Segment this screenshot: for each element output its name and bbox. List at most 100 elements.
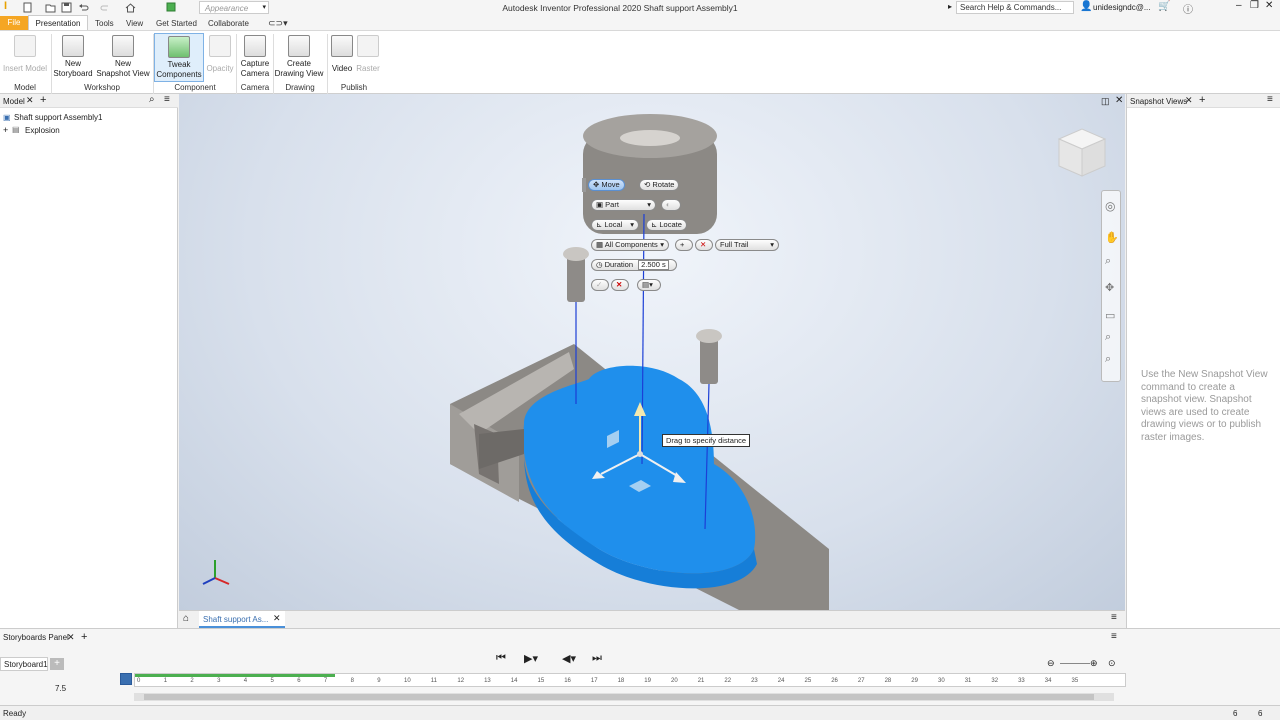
remove-trail-button[interactable]: ✕ bbox=[695, 239, 713, 251]
tab-get-started[interactable]: Get Started bbox=[156, 19, 197, 28]
part-dropdown[interactable]: ▣ Part ▾ bbox=[591, 199, 656, 211]
add-tab-icon[interactable]: + bbox=[81, 631, 87, 643]
rotate-button[interactable]: ⟲ Rotate bbox=[639, 179, 680, 191]
full-trail-dropdown[interactable]: Full Trail ▾ bbox=[715, 239, 779, 251]
zoom-icon[interactable]: ⌕ bbox=[1105, 255, 1111, 268]
storyboard-icon bbox=[62, 35, 84, 57]
cancel-button[interactable]: ✕ bbox=[611, 279, 629, 291]
timeline-ticks: 0 1 2 3 4 5 6 7 8 9 10 11 12 13 14 15 16 17 18 19 20 21 22 23 24… bbox=[135, 677, 1127, 688]
capture-camera-button[interactable]: Capture Camera bbox=[239, 33, 271, 79]
go-to-start-icon[interactable]: ⏮ bbox=[496, 652, 506, 665]
cart-icon[interactable]: 🛒 bbox=[1158, 1, 1170, 12]
duration-input[interactable]: 2.500 s bbox=[638, 260, 669, 270]
graphics-viewport[interactable]: ◎ ✋ ⌕ ✥ ▭ ⌕ ⌕ ◫ ✕ ✥ Move ⟲ Rotate ▣ Part… bbox=[179, 94, 1125, 610]
tab-view[interactable]: View bbox=[126, 19, 143, 28]
tweak-components-button[interactable]: Tweak Components bbox=[154, 33, 204, 82]
storyboard-tab[interactable]: Storyboard1 bbox=[0, 657, 48, 671]
hamburger-menu-icon[interactable]: ≡ bbox=[1267, 94, 1273, 105]
timeline-tick-label: 34 bbox=[1044, 678, 1052, 684]
browser-title[interactable]: Model bbox=[3, 97, 25, 106]
storyboard-panel-title[interactable]: Storyboards Panel bbox=[3, 633, 69, 642]
drawing-view-icon bbox=[288, 35, 310, 57]
zoom-out-icon[interactable]: ⊖ bbox=[1047, 658, 1055, 669]
locate-button[interactable]: ⊾ Locate bbox=[646, 219, 687, 231]
coord-z-axis bbox=[202, 577, 216, 585]
timeline-scrollbar[interactable] bbox=[134, 693, 1114, 701]
go-to-end-icon[interactable]: ⏭ bbox=[592, 652, 602, 665]
insert-model-button[interactable]: Insert Model bbox=[2, 33, 48, 74]
close-window-icon[interactable]: ✕ bbox=[1265, 0, 1273, 11]
all-components-label: All Components bbox=[604, 240, 658, 249]
close-icon[interactable]: ✕ bbox=[1185, 95, 1193, 106]
snapshot-title[interactable]: Snapshot Views bbox=[1130, 97, 1187, 106]
steering-wheel-icon[interactable]: ◎ bbox=[1105, 199, 1115, 213]
new-storyboard-label-1: New bbox=[64, 59, 81, 68]
close-icon[interactable]: ✕ bbox=[26, 95, 34, 106]
timeline-ruler[interactable]: 0 1 2 3 4 5 6 7 8 9 10 11 12 13 14 15 16 17 18 19 20 21 22 23 24… bbox=[134, 673, 1126, 687]
search-icon[interactable]: ⌕ bbox=[149, 94, 155, 105]
add-tab-icon[interactable]: + bbox=[40, 94, 46, 106]
minimize-icon[interactable]: – bbox=[1236, 0, 1242, 11]
user-name[interactable]: unidesigndc@... bbox=[1093, 3, 1151, 12]
home-icon[interactable]: ⌂ bbox=[183, 613, 189, 624]
zoom-window-icon[interactable]: ⌕ bbox=[1105, 331, 1111, 344]
snapshot-header: Snapshot Views ✕ + ≡ bbox=[1127, 94, 1280, 108]
video-button[interactable]: Video bbox=[330, 33, 354, 74]
select-option-button[interactable]: ◐ bbox=[661, 199, 681, 211]
divider bbox=[153, 34, 154, 94]
play-icon[interactable]: ▶▾ bbox=[524, 652, 538, 665]
triad-origin[interactable] bbox=[637, 451, 643, 457]
timeline-tick-label: 10 bbox=[404, 678, 411, 684]
close-icon[interactable]: ✕ bbox=[273, 613, 281, 624]
video-label: Video bbox=[331, 64, 353, 73]
help-icon[interactable]: ⓘ bbox=[1183, 1, 1193, 16]
move-button[interactable]: ✥ Move bbox=[588, 179, 625, 191]
timeline-tick-label: 23 bbox=[751, 678, 758, 684]
help-search-input[interactable]: Search Help & Commands... bbox=[956, 1, 1074, 14]
zoom-in-icon[interactable]: ⊕ bbox=[1090, 658, 1098, 669]
restore-icon[interactable]: ❐ bbox=[1250, 0, 1259, 11]
tab-presentation[interactable]: Presentation bbox=[28, 15, 88, 31]
file-menu[interactable]: File bbox=[0, 16, 28, 30]
new-snapshot-view-button[interactable]: New Snapshot View bbox=[96, 33, 150, 79]
tree-item-explosion[interactable]: Explosion bbox=[25, 126, 60, 135]
doc-tab[interactable]: Shaft support As... ✕ bbox=[199, 611, 285, 628]
play-reverse-icon[interactable]: ◀▾ bbox=[562, 652, 576, 665]
look-at-icon[interactable]: ▭ bbox=[1105, 309, 1115, 322]
close-icon[interactable]: ✕ bbox=[67, 632, 75, 643]
zoom-all-icon[interactable]: ⌕ bbox=[1105, 353, 1111, 366]
hamburger-menu-icon[interactable]: ≡ bbox=[164, 94, 170, 105]
hamburger-menu-icon[interactable]: ≡ bbox=[1111, 631, 1117, 642]
tab-collaborate[interactable]: Collaborate bbox=[208, 19, 249, 28]
timeline-zoom-slider[interactable] bbox=[1060, 663, 1090, 664]
add-tab-icon[interactable]: + bbox=[1199, 94, 1205, 106]
scrollbar-thumb[interactable] bbox=[144, 694, 1094, 700]
add-storyboard-button[interactable]: + bbox=[50, 658, 64, 670]
tab-tools[interactable]: Tools bbox=[95, 19, 114, 28]
tree-root-item[interactable]: Shaft support Assembly1 bbox=[14, 113, 103, 122]
expand-icon[interactable]: + bbox=[3, 125, 8, 135]
minitoolbar-grip[interactable] bbox=[582, 178, 586, 192]
raster-button[interactable]: Raster bbox=[355, 33, 381, 74]
opacity-button[interactable]: Opacity bbox=[205, 33, 235, 74]
timeline-tick-label: 22 bbox=[724, 678, 732, 684]
ok-button[interactable]: ✓ bbox=[591, 279, 609, 291]
timeline-tick-label: 24 bbox=[777, 678, 785, 684]
hamburger-menu-icon[interactable]: ≡ bbox=[1111, 612, 1117, 623]
scene-icon[interactable] bbox=[120, 673, 132, 685]
pan-icon[interactable]: ✋ bbox=[1105, 231, 1119, 244]
ribbon-display-icon[interactable]: ⊂⊃▾ bbox=[268, 18, 288, 29]
timeline-tick-label: 35 bbox=[1071, 678, 1079, 684]
close-viewport-icon[interactable]: ✕ bbox=[1115, 95, 1123, 106]
document-tab-strip: ⌂ Shaft support As... ✕ ≡ bbox=[179, 610, 1125, 628]
create-drawing-view-button[interactable]: Create Drawing View bbox=[274, 33, 324, 79]
add-trail-button[interactable]: + bbox=[675, 239, 693, 251]
fit-icon[interactable]: ⊙ bbox=[1108, 658, 1116, 669]
divider bbox=[327, 34, 328, 94]
orbit-icon[interactable]: ✥ bbox=[1105, 281, 1114, 294]
all-components-dropdown[interactable]: ▦ All Components ▾ bbox=[591, 239, 669, 251]
local-dropdown[interactable]: ⊾ Local ▾ bbox=[591, 219, 639, 231]
new-storyboard-button[interactable]: New Storyboard bbox=[53, 33, 93, 79]
options-menu-button[interactable]: ▤▾ bbox=[637, 279, 661, 291]
maximize-viewport-icon[interactable]: ◫ bbox=[1101, 96, 1110, 107]
